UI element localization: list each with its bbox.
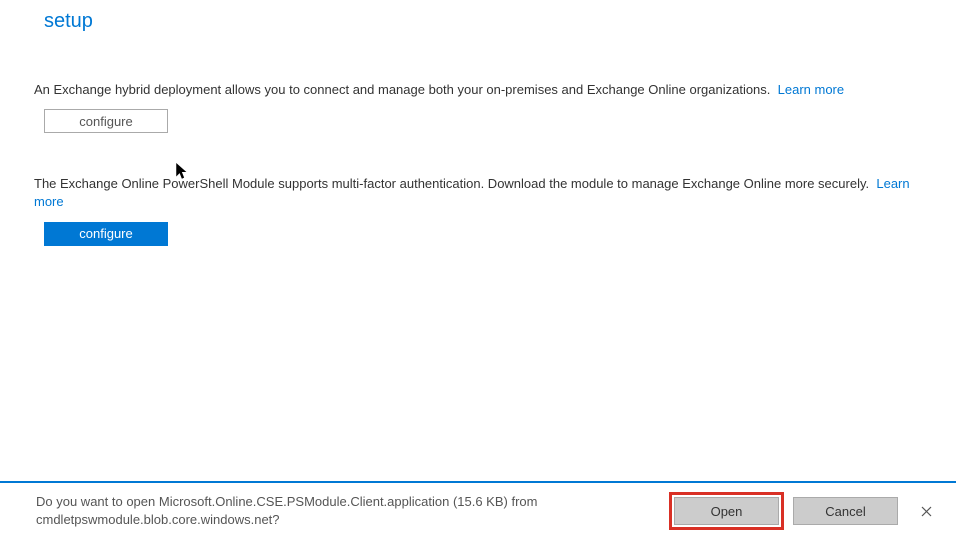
hybrid-section: An Exchange hybrid deployment allows you… [44,81,926,133]
page-title: setup [44,10,926,33]
powershell-description: The Exchange Online PowerShell Module su… [34,175,926,211]
download-text-line2: cmdletpswmodule.blob.core.windows.net? [36,512,280,527]
powershell-configure-button[interactable]: configure [44,222,168,246]
download-notification-bar: Do you want to open Microsoft.Online.CSE… [0,483,956,539]
download-actions: Open Cancel [674,497,940,525]
hybrid-configure-button[interactable]: configure [44,109,168,133]
hybrid-learn-more-link[interactable]: Learn more [778,82,844,97]
open-button[interactable]: Open [674,497,779,525]
download-prompt-text: Do you want to open Microsoft.Online.CSE… [36,493,674,529]
close-icon[interactable] [912,497,940,525]
powershell-text: The Exchange Online PowerShell Module su… [34,176,869,191]
download-text-line1: Do you want to open Microsoft.Online.CSE… [36,494,537,509]
powershell-section: The Exchange Online PowerShell Module su… [44,175,926,245]
cancel-button[interactable]: Cancel [793,497,898,525]
hybrid-text: An Exchange hybrid deployment allows you… [34,82,770,97]
hybrid-description: An Exchange hybrid deployment allows you… [34,81,926,99]
